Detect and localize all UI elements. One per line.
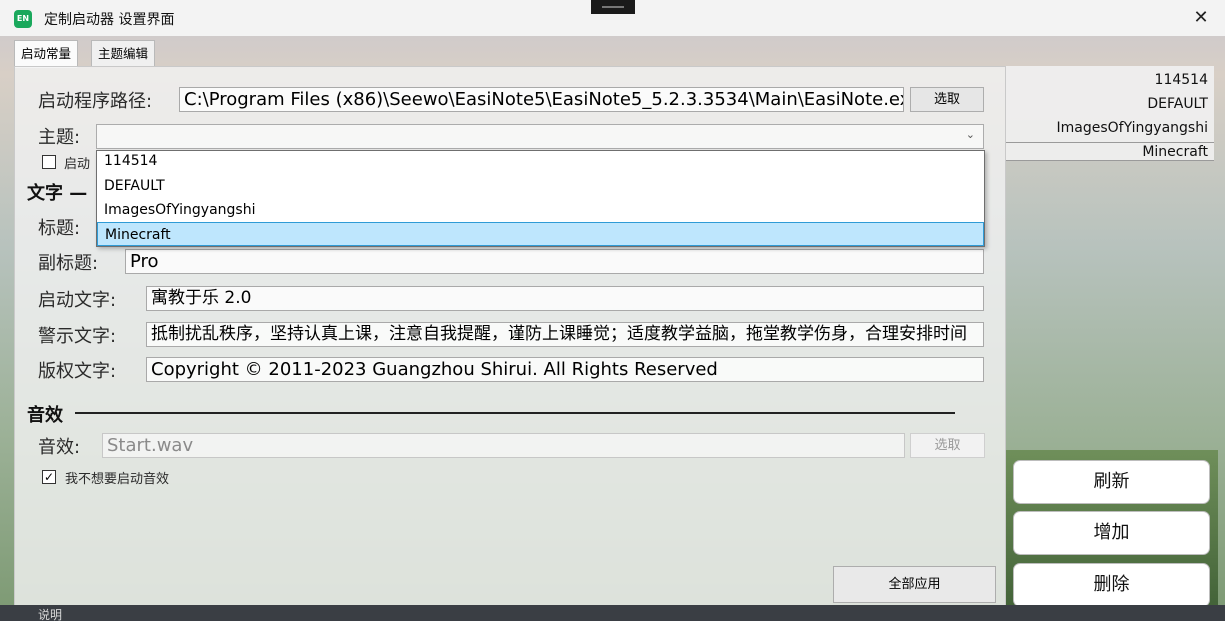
no-sound-checkbox[interactable]: ✓ — [42, 470, 56, 484]
path-browse-button[interactable]: 选取 — [910, 87, 984, 112]
copyright-input[interactable]: Copyright © 2011-2023 Guangzhou Shirui. … — [146, 357, 984, 382]
background-taskbar-text: 说明 — [38, 608, 63, 621]
text-section-header: 文字 — — [27, 183, 88, 204]
chevron-down-icon: ⌄ — [965, 128, 975, 141]
sound-input[interactable]: Start.wav — [102, 433, 905, 458]
theme-combobox[interactable]: ⌄ — [96, 124, 984, 149]
dropdown-item-114514[interactable]: 114514 — [97, 151, 984, 173]
start-text-input[interactable]: 寓教于乐 2.0 — [146, 286, 984, 311]
sound-section-header: 音效 — [27, 405, 63, 426]
theme-list-item-minecraft[interactable]: Minecraft — [1142, 144, 1208, 160]
subtitle-label: 副标题: — [38, 253, 99, 274]
theme-list: 114514 DEFAULT ImagesOfYingyangshi Minec… — [1006, 66, 1214, 161]
theme-dropdown-list: 114514 DEFAULT ImagesOfYingyangshi Minec… — [96, 150, 985, 247]
sound-browse-button[interactable]: 选取 — [910, 433, 985, 458]
dropdown-item-imagesofyingyangshi[interactable]: ImagesOfYingyangshi — [97, 198, 984, 222]
warning-label: 警示文字: — [38, 326, 117, 347]
theme-list-item-114514[interactable]: 114514 — [1155, 72, 1208, 88]
refresh-button[interactable]: 刷新 — [1013, 460, 1210, 504]
theme-list-divider — [1006, 142, 1214, 143]
app-icon: EN — [14, 10, 32, 28]
background-taskbar — [0, 605, 1225, 621]
add-button[interactable]: 增加 — [1013, 511, 1210, 555]
sound-label: 音效: — [38, 437, 81, 458]
theme-list-item-default[interactable]: DEFAULT — [1147, 96, 1208, 112]
path-input[interactable]: C:\Program Files (x86)\Seewo\EasiNote5\E… — [179, 87, 904, 112]
sound-section-divider — [75, 412, 955, 414]
start-text-label: 启动文字: — [38, 290, 117, 311]
theme-list-item-imagesofyingyangshi[interactable]: ImagesOfYingyangshi — [1057, 120, 1208, 136]
title-bar[interactable]: EN 定制启动器 设置界面 ✕ — [0, 0, 1225, 36]
delete-button[interactable]: 删除 — [1013, 563, 1210, 607]
launch-checkbox[interactable] — [42, 155, 56, 169]
dropdown-item-minecraft[interactable]: Minecraft — [97, 222, 984, 246]
theme-label: 主题: — [38, 127, 81, 148]
tab-launch-constants[interactable]: 启动常量 — [14, 40, 79, 68]
path-label: 启动程序路径: — [38, 91, 153, 112]
warning-input[interactable]: 抵制扰乱秩序，坚持认真上课，注意自我提醒，谨防上课睡觉；适度教学益脑，拖堂教学伤… — [146, 322, 984, 347]
no-sound-label: 我不想要启动音效 — [65, 472, 170, 487]
copyright-label: 版权文字: — [38, 361, 117, 382]
launch-checkbox-label: 启动 — [64, 157, 91, 172]
subtitle-input[interactable]: Pro — [125, 249, 984, 274]
window-title: 定制启动器 设置界面 — [44, 12, 175, 28]
title-label: 标题: — [38, 218, 81, 239]
close-icon[interactable]: ✕ — [1191, 8, 1211, 28]
drag-handle[interactable] — [591, 0, 635, 14]
settings-window: EN 定制启动器 设置界面 ✕ 启动常量 主题编辑 启动程序路径: C:\Pro… — [0, 0, 1225, 621]
tab-theme-edit[interactable]: 主题编辑 — [91, 40, 156, 67]
dropdown-item-default[interactable]: DEFAULT — [97, 174, 984, 198]
apply-all-button[interactable]: 全部应用 — [833, 566, 996, 603]
